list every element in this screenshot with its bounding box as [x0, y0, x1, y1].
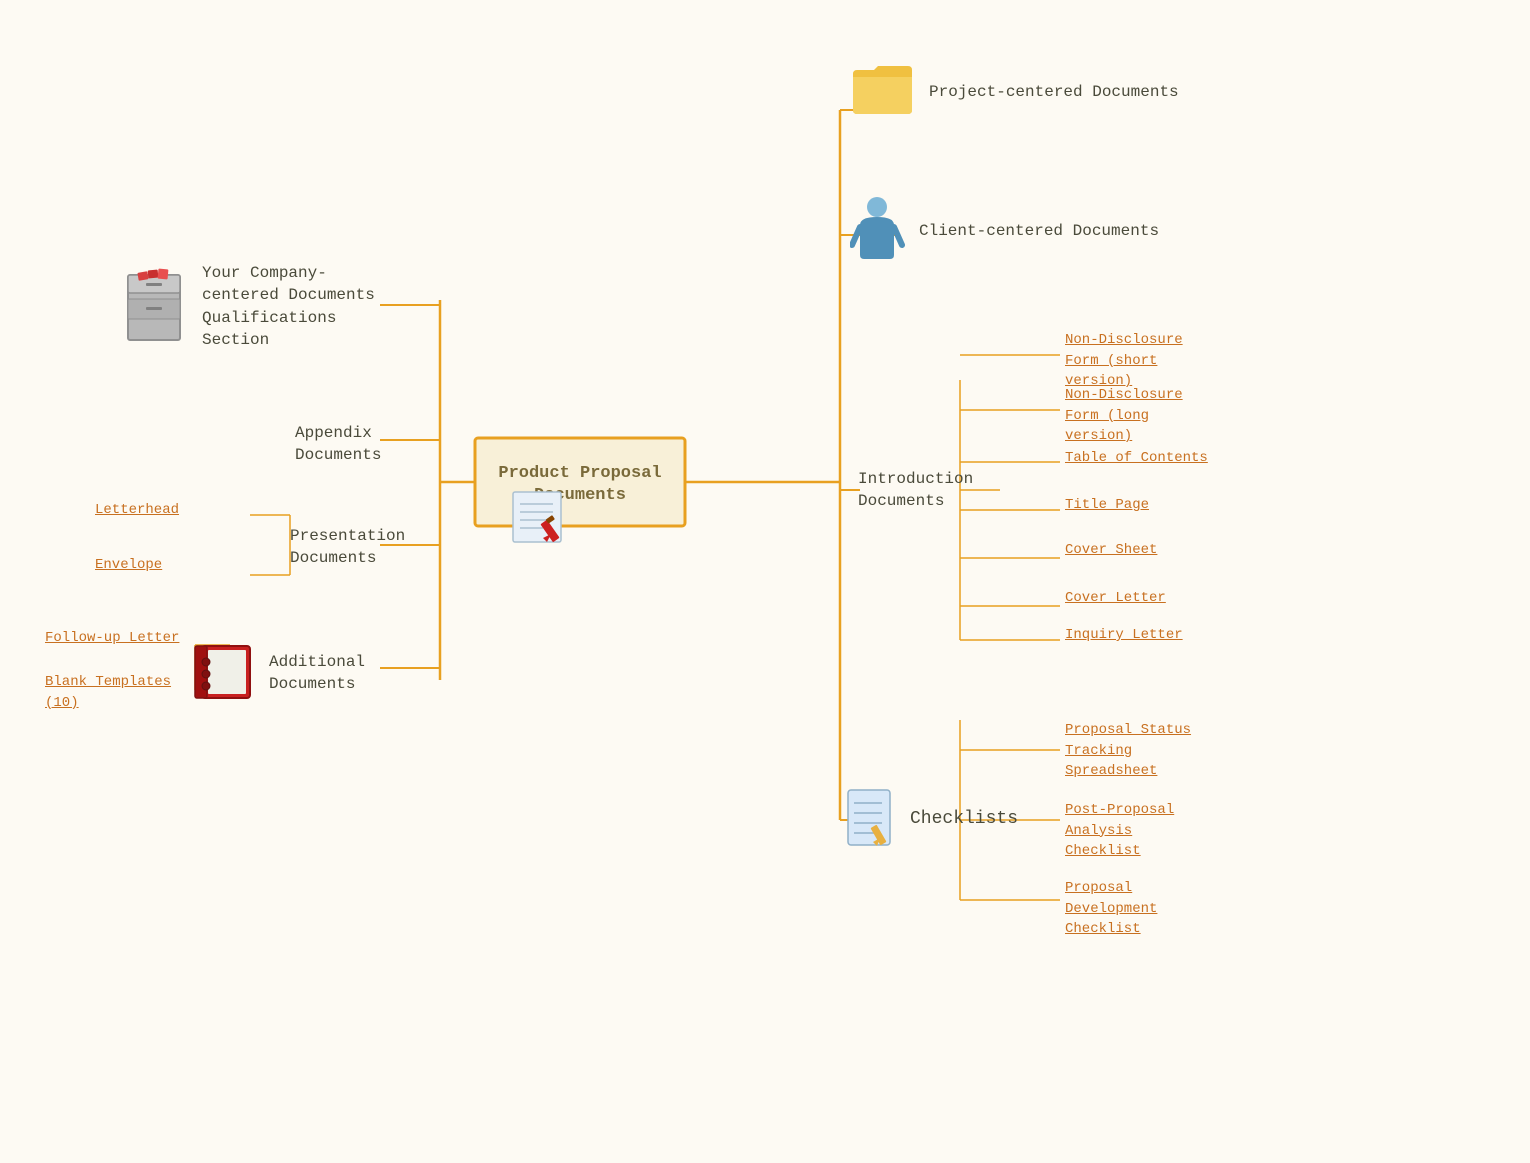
post-proposal-item[interactable]: Post-ProposalAnalysisChecklist	[1065, 800, 1174, 862]
diagram-container: Product Proposal Documents Project-cente…	[0, 0, 1530, 1163]
client-centered-node: Client-centered Documents	[850, 195, 1159, 268]
table-of-contents-link[interactable]: Table of Contents	[1065, 450, 1208, 466]
project-centered-node: Project-centered Documents	[850, 62, 1179, 122]
envelope-item[interactable]: Envelope	[95, 555, 162, 576]
proposal-status-link[interactable]: Proposal StatusTrackingSpreadsheet	[1065, 722, 1191, 779]
company-centered-node: Your Company-centered DocumentsQualifica…	[120, 262, 375, 352]
presentation-node: PresentationDocuments	[290, 525, 405, 570]
connector-lines	[0, 0, 1530, 1163]
followup-letter-item[interactable]: Follow-up Letter	[45, 628, 179, 649]
cover-sheet-link[interactable]: Cover Sheet	[1065, 542, 1157, 558]
followup-letter-link[interactable]: Follow-up Letter	[45, 630, 179, 646]
post-proposal-link[interactable]: Post-ProposalAnalysisChecklist	[1065, 802, 1174, 859]
filing-cabinet-icon	[120, 267, 188, 347]
project-centered-label: Project-centered Documents	[929, 81, 1179, 103]
nda-long-link[interactable]: Non-DisclosureForm (longversion)	[1065, 387, 1183, 444]
letterhead-item[interactable]: Letterhead	[95, 500, 179, 521]
inquiry-letter-link[interactable]: Inquiry Letter	[1065, 627, 1183, 643]
proposal-dev-link[interactable]: ProposalDevelopmentChecklist	[1065, 880, 1157, 937]
center-document-icon	[508, 490, 578, 550]
envelope-link[interactable]: Envelope	[95, 557, 162, 573]
cover-letter-item[interactable]: Cover Letter	[1065, 588, 1166, 609]
folder-icon	[850, 62, 915, 122]
title-page-item[interactable]: Title Page	[1065, 495, 1149, 516]
proposal-status-item[interactable]: Proposal StatusTrackingSpreadsheet	[1065, 720, 1191, 782]
introduction-label: IntroductionDocuments	[858, 470, 973, 510]
checklists-node: Checklists	[840, 785, 1018, 855]
blank-templates-link[interactable]: Blank Templates(10)	[45, 674, 171, 711]
appendix-node: AppendixDocuments	[295, 422, 381, 467]
additional-label: AdditionalDocuments	[269, 651, 365, 696]
nda-short-link[interactable]: Non-DisclosureForm (shortversion)	[1065, 332, 1183, 389]
company-centered-label: Your Company-centered DocumentsQualifica…	[202, 262, 375, 352]
client-centered-label: Client-centered Documents	[919, 220, 1159, 242]
introduction-node: IntroductionDocuments	[858, 468, 973, 513]
cover-sheet-item[interactable]: Cover Sheet	[1065, 540, 1157, 561]
nda-short-item[interactable]: Non-DisclosureForm (shortversion)	[1065, 330, 1183, 392]
blank-templates-item[interactable]: Blank Templates(10)	[45, 672, 171, 713]
proposal-dev-item[interactable]: ProposalDevelopmentChecklist	[1065, 878, 1157, 940]
additional-node: AdditionalDocuments	[190, 638, 365, 708]
checklist-icon	[840, 785, 898, 855]
inquiry-letter-item[interactable]: Inquiry Letter	[1065, 625, 1183, 646]
appendix-label: AppendixDocuments	[295, 424, 381, 464]
cover-letter-link[interactable]: Cover Letter	[1065, 590, 1166, 606]
person-icon	[850, 195, 905, 268]
letterhead-link[interactable]: Letterhead	[95, 502, 179, 518]
nda-long-item[interactable]: Non-DisclosureForm (longversion)	[1065, 385, 1183, 447]
presentation-label: PresentationDocuments	[290, 527, 405, 567]
checklists-label: Checklists	[910, 807, 1018, 832]
binder-icon	[190, 638, 255, 708]
title-page-link[interactable]: Title Page	[1065, 497, 1149, 513]
table-of-contents-item[interactable]: Table of Contents	[1065, 448, 1208, 469]
